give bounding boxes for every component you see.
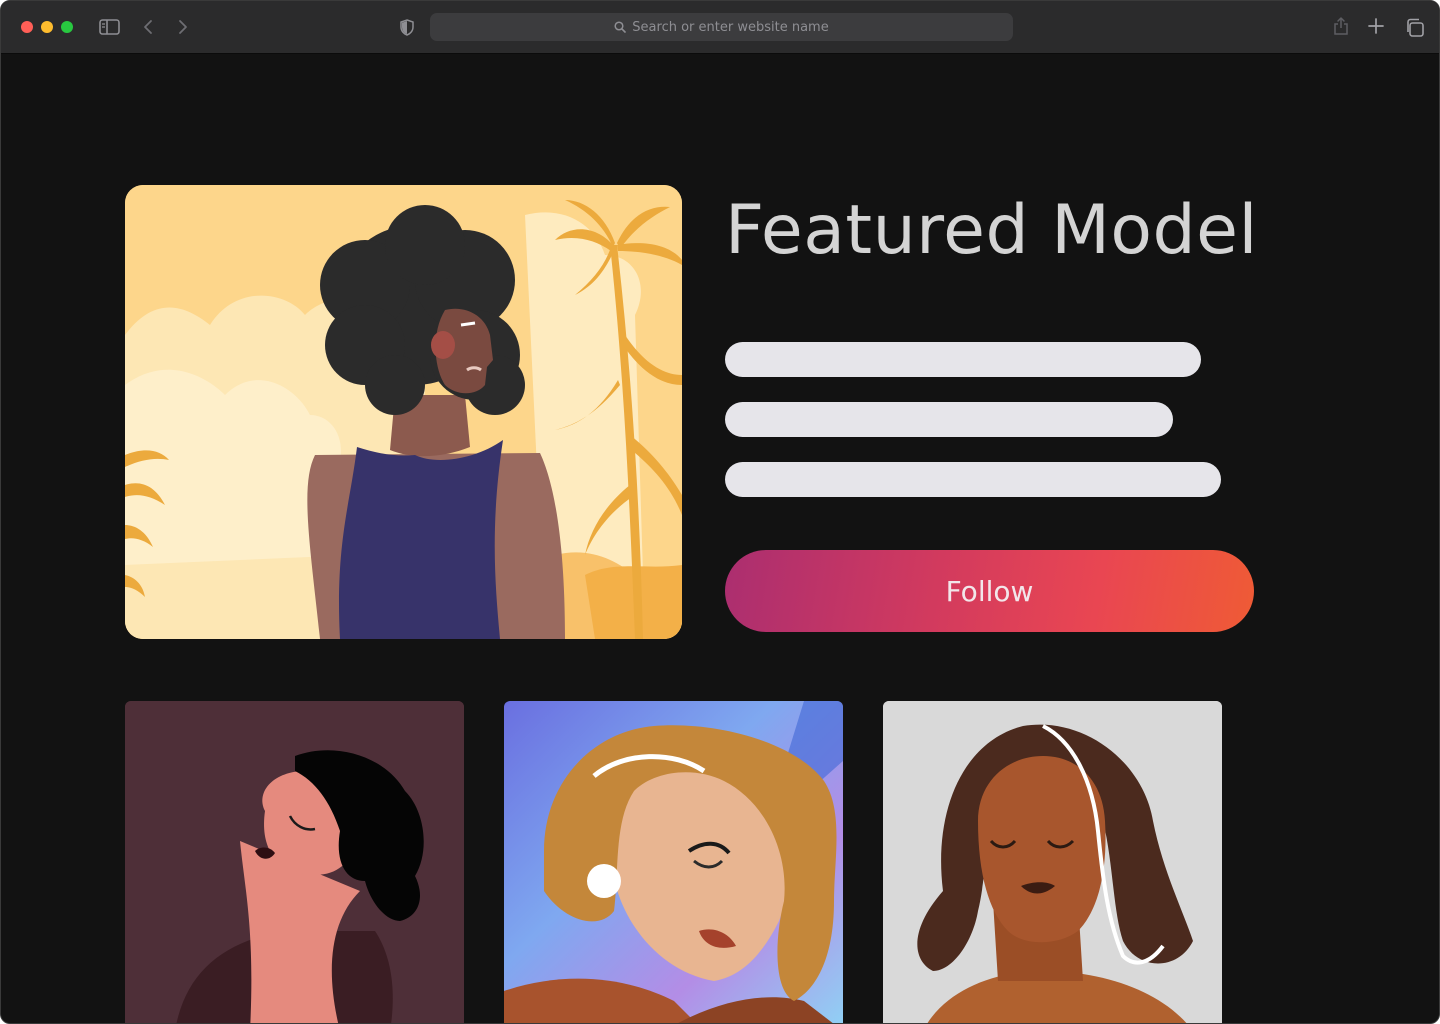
browser-window: Search or enter website name Featured Mo… [0, 0, 1440, 1024]
forward-icon[interactable] [176, 17, 190, 37]
gallery-item[interactable] [883, 701, 1222, 1023]
gallery-item[interactable] [504, 701, 843, 1023]
new-tab-icon[interactable] [1367, 17, 1385, 35]
page-content: Featured Model Follow [1, 54, 1439, 1023]
sidebar-icon[interactable] [98, 17, 120, 37]
close-window-button[interactable] [21, 21, 33, 33]
minimize-window-button[interactable] [41, 21, 53, 33]
search-icon [614, 21, 627, 33]
text-placeholder-line [725, 342, 1201, 377]
address-placeholder: Search or enter website name [632, 19, 829, 35]
follow-button[interactable]: Follow [725, 550, 1254, 632]
tab-overview-icon[interactable] [1404, 17, 1424, 37]
shield-icon[interactable] [399, 17, 415, 37]
address-bar[interactable]: Search or enter website name [430, 13, 1013, 41]
page-title: Featured Model [725, 191, 1258, 270]
back-icon[interactable] [141, 17, 155, 37]
zoom-window-button[interactable] [61, 21, 73, 33]
text-placeholder-line [725, 402, 1173, 437]
browser-toolbar: Search or enter website name [1, 1, 1439, 54]
text-placeholder-line [725, 462, 1221, 497]
featured-model-image[interactable] [125, 185, 682, 639]
share-icon[interactable] [1332, 15, 1350, 37]
gallery-item[interactable] [125, 701, 464, 1023]
